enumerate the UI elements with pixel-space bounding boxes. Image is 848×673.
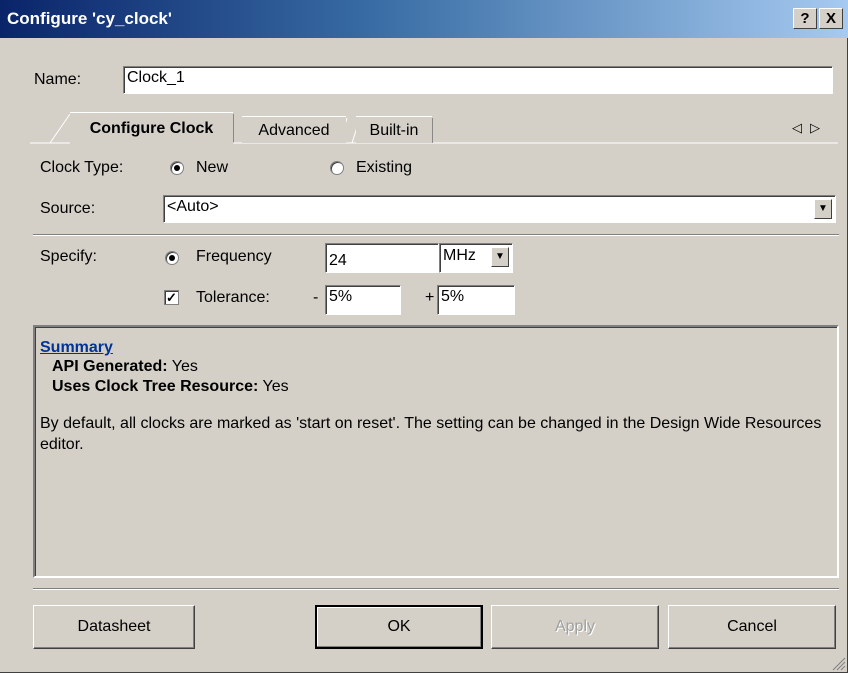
summary-panel: Summary API Generated: Yes Uses Clock Tr…: [33, 325, 839, 578]
clock-type-existing-radio[interactable]: [330, 161, 344, 175]
source-dropdown-arrow-icon[interactable]: ▼: [814, 199, 832, 219]
summary-api-label: API Generated:: [52, 358, 168, 375]
clock-type-label: Clock Type:: [40, 159, 124, 176]
tab-strip: Configure Clock Advanced Built-in ◁ ▷: [30, 112, 838, 144]
summary-tree-label: Uses Clock Tree Resource:: [52, 378, 259, 395]
resize-grip-icon[interactable]: [830, 655, 846, 671]
frequency-input[interactable]: 24: [325, 243, 439, 273]
tab-scroll-left-icon[interactable]: ◁: [792, 120, 802, 136]
window-title: Configure 'cy_clock': [7, 9, 172, 28]
cancel-button[interactable]: Cancel: [668, 605, 836, 649]
source-label: Source:: [40, 200, 96, 217]
name-label: Name:: [34, 71, 82, 88]
summary-note: By default, all clocks are marked as 'st…: [40, 415, 822, 453]
button-divider: [33, 588, 839, 590]
tolerance-label[interactable]: Tolerance:: [196, 289, 270, 307]
clock-type-new-radio[interactable]: [170, 161, 184, 175]
configure-dialog: Configure 'cy_clock' ? X Name: Clock_1 C…: [0, 0, 848, 673]
unit-value: MHz: [443, 247, 476, 264]
datasheet-button[interactable]: Datasheet: [33, 605, 195, 649]
divider: [33, 234, 839, 236]
apply-button[interactable]: Apply: [491, 605, 659, 649]
tab-scroll-right-icon[interactable]: ▷: [810, 120, 820, 136]
tab-advanced[interactable]: Advanced: [242, 116, 346, 143]
clock-type-existing-label[interactable]: Existing: [356, 159, 412, 177]
tab-configure-clock[interactable]: Configure Clock: [70, 112, 233, 144]
ok-button[interactable]: OK: [315, 605, 483, 649]
clock-type-new-label[interactable]: New: [196, 159, 228, 177]
summary-tree-row: Uses Clock Tree Resource: Yes: [40, 377, 832, 397]
summary-api-value: Yes: [171, 358, 198, 375]
frequency-label[interactable]: Frequency: [196, 248, 272, 266]
tolerance-plus-input[interactable]: 5%: [437, 285, 515, 315]
unit-dropdown-arrow-icon[interactable]: ▼: [491, 247, 509, 267]
close-button[interactable]: X: [819, 8, 843, 29]
frequency-radio[interactable]: [165, 251, 179, 265]
help-button[interactable]: ?: [793, 8, 817, 29]
summary-heading[interactable]: Summary: [40, 339, 832, 357]
name-input[interactable]: Clock_1: [123, 66, 833, 94]
summary-tree-value: Yes: [262, 378, 289, 395]
tab-built-in[interactable]: Built-in: [356, 116, 432, 143]
summary-api-row: API Generated: Yes: [40, 357, 832, 377]
tolerance-checkbox[interactable]: ✓: [164, 290, 179, 305]
tolerance-minus-sign: -: [313, 289, 319, 306]
tolerance-minus-input[interactable]: 5%: [325, 285, 401, 315]
tolerance-plus-sign: +: [425, 289, 435, 306]
title-bar[interactable]: Configure 'cy_clock' ? X: [0, 0, 848, 38]
specify-label: Specify:: [40, 248, 97, 265]
source-dropdown[interactable]: <Auto>: [163, 195, 836, 223]
